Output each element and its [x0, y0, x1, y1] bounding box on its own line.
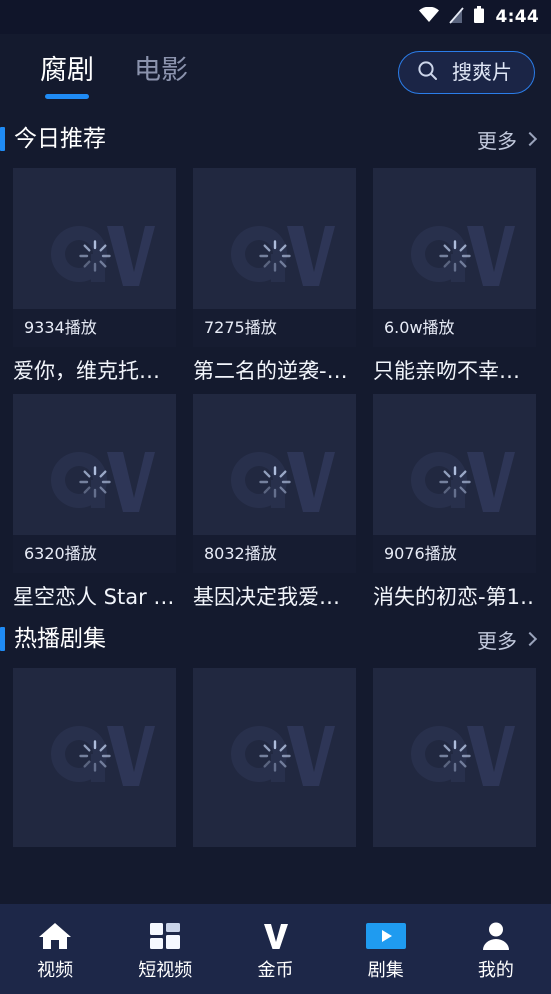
loading-spinner-icon — [78, 239, 112, 277]
play-count-bar: 8032播放 — [193, 535, 356, 574]
section-title-today: 今日推荐 — [14, 125, 106, 152]
play-count-label: 8032播放 — [204, 544, 277, 564]
video-card[interactable] — [13, 668, 176, 848]
wifi-icon — [418, 6, 440, 27]
more-button-hot[interactable]: 更多 — [477, 625, 538, 654]
poster-thumbnail: 6.0w播放 — [373, 168, 536, 347]
video-card[interactable]: 9076播放 消失的初恋-第1… — [373, 394, 536, 610]
section-accent-bar — [0, 627, 5, 652]
play-count-bar: 7275播放 — [193, 309, 356, 347]
poster-thumbnail: 7275播放 — [193, 168, 356, 347]
loading-spinner-icon — [258, 465, 292, 503]
loading-spinner-icon — [438, 239, 472, 277]
nav-label-short-video: 短视频 — [138, 959, 193, 981]
video-card[interactable]: 9334播放 爱你，维克托… — [13, 168, 176, 384]
status-bar: 4:44 — [0, 0, 551, 34]
person-icon — [481, 919, 511, 953]
chevron-right-icon — [522, 632, 538, 647]
play-count-label: 9076播放 — [384, 544, 457, 564]
bottom-navigation: 视频 短视频 金币 剧集 我的 — [0, 904, 551, 994]
battery-icon — [473, 6, 485, 28]
search-button-label: 搜爽片 — [452, 60, 512, 84]
poster-thumbnail: 6320播放 — [13, 394, 176, 574]
no-signal-icon — [448, 6, 464, 28]
poster-thumbnail — [13, 668, 176, 848]
loading-spinner-icon — [438, 465, 472, 503]
poster-thumbnail — [373, 668, 536, 848]
nav-item-video[interactable]: 视频 — [0, 919, 110, 980]
section-title-hot: 热播剧集 — [14, 625, 106, 652]
tab-bar: 腐剧 电影 — [40, 57, 188, 88]
loading-spinner-icon — [438, 739, 472, 777]
more-label-today: 更多 — [477, 128, 517, 153]
nav-item-coin[interactable]: 金币 — [220, 919, 330, 980]
home-icon — [38, 919, 72, 953]
section-accent-bar — [0, 127, 5, 151]
poster-thumbnail: 8032播放 — [193, 394, 356, 574]
video-title: 基因决定我爱… — [193, 585, 340, 610]
video-title: 只能亲吻不幸… — [373, 359, 520, 383]
nav-label-mine: 我的 — [477, 959, 514, 981]
video-card[interactable]: 7275播放 第二名的逆袭-… — [193, 168, 356, 384]
video-card[interactable]: 6.0w播放 只能亲吻不幸… — [373, 168, 536, 384]
play-count-bar: 9076播放 — [373, 535, 536, 574]
loading-spinner-icon — [258, 239, 292, 277]
nav-label-coin: 金币 — [257, 959, 294, 981]
play-count-label: 6320播放 — [24, 544, 97, 564]
nav-label-series: 剧集 — [367, 959, 404, 981]
search-icon — [417, 60, 438, 85]
grid-icon — [149, 919, 181, 953]
nav-item-series[interactable]: 剧集 — [331, 919, 441, 980]
play-count-label: 9334播放 — [24, 318, 97, 337]
play-count-label: 7275播放 — [204, 318, 277, 337]
poster-thumbnail: 9334播放 — [13, 168, 176, 347]
play-count-label: 6.0w播放 — [384, 318, 455, 337]
loading-spinner-icon — [78, 739, 112, 777]
search-button[interactable]: 搜爽片 — [398, 50, 535, 94]
card-grid-today: 9334播放 爱你，维克托… 7275播放 第二名的逆袭-… 6.0w播放 只能… — [0, 168, 551, 610]
loading-spinner-icon — [258, 739, 292, 777]
tab-dianying[interactable]: 电影 — [134, 57, 188, 88]
play-count-bar: 9334播放 — [13, 309, 176, 347]
video-card[interactable] — [193, 668, 356, 848]
tab-fuju-label: 腐剧 — [40, 54, 94, 86]
chevron-right-icon — [522, 131, 538, 147]
tab-dianying-label: 电影 — [134, 54, 188, 86]
play-count-bar: 6320播放 — [13, 535, 176, 574]
app-header: 腐剧 电影 搜爽片 — [0, 34, 551, 110]
video-card[interactable] — [373, 668, 536, 848]
video-title: 消失的初恋-第1… — [373, 585, 536, 610]
video-title: 爱你，维克托… — [13, 359, 160, 383]
coin-v-icon — [261, 919, 291, 953]
poster-thumbnail — [193, 668, 356, 848]
video-title: 第二名的逆袭-… — [193, 359, 348, 383]
play-video-icon — [365, 919, 406, 953]
more-button-today[interactable]: 更多 — [477, 125, 538, 154]
section-header-hot: 热播剧集 更多 — [0, 610, 551, 668]
status-time: 4:44 — [495, 7, 539, 27]
loading-spinner-icon — [78, 465, 112, 503]
tab-fuju[interactable]: 腐剧 — [40, 57, 94, 88]
play-count-bar: 6.0w播放 — [373, 309, 536, 347]
video-card[interactable]: 8032播放 基因决定我爱… — [193, 394, 356, 610]
nav-item-short-video[interactable]: 短视频 — [110, 919, 220, 980]
more-label-hot: 更多 — [477, 628, 517, 653]
poster-thumbnail: 9076播放 — [373, 394, 536, 574]
nav-label-video: 视频 — [37, 959, 74, 981]
nav-item-mine[interactable]: 我的 — [441, 919, 551, 980]
card-grid-hot — [0, 668, 551, 848]
video-title: 星空恋人 Star … — [13, 585, 175, 610]
video-card[interactable]: 6320播放 星空恋人 Star … — [13, 394, 176, 610]
section-header-today: 今日推荐 更多 — [0, 110, 551, 168]
